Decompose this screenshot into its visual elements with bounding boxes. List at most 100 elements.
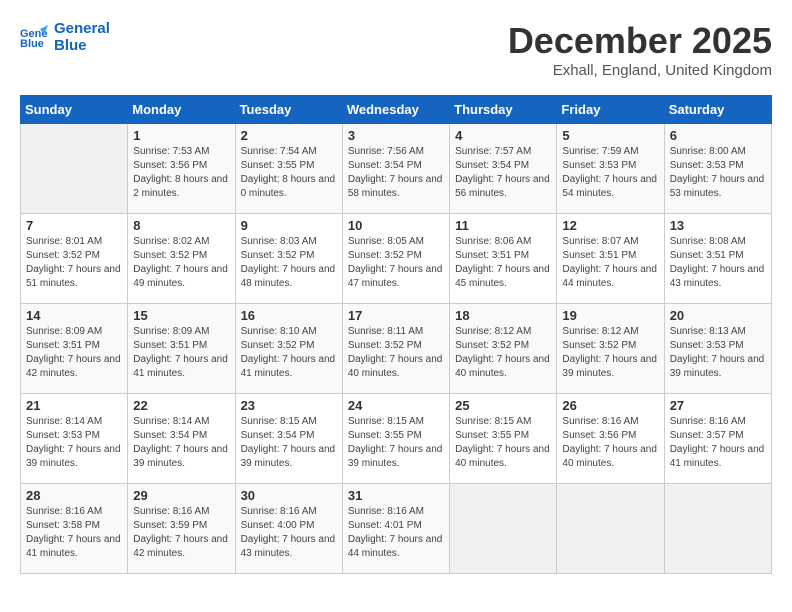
day-info: Sunrise: 7:54 AM Sunset: 3:55 PM Dayligh…: [241, 145, 337, 201]
day-number: 5: [562, 128, 658, 143]
day-info: Sunrise: 8:16 AM Sunset: 3:58 PM Dayligh…: [26, 505, 122, 561]
day-cell: 16 Sunrise: 8:10 AM Sunset: 3:52 PM Dayli…: [235, 304, 342, 394]
week-row-5: 28 Sunrise: 8:16 AM Sunset: 3:58 PM Dayli…: [21, 484, 772, 574]
day-number: 18: [455, 308, 551, 323]
month-title: December 2025: [508, 20, 772, 62]
week-row-3: 14Sunrise: 8:09 AM Sunset: 3:51 PM Dayli…: [21, 304, 772, 394]
day-info: Sunrise: 8:07 AM Sunset: 3:51 PM Dayligh…: [562, 235, 658, 291]
week-row-2: 7Sunrise: 8:01 AM Sunset: 3:52 PM Daylig…: [21, 214, 772, 304]
header: General Blue General Blue December 2025 …: [20, 20, 772, 79]
day-cell: 5Sunrise: 7:59 AM Sunset: 3:53 PM Daylig…: [557, 124, 664, 214]
day-cell: [21, 124, 128, 214]
calendar-table: SundayMondayTuesdayWednesdayThursdayFrid…: [20, 95, 772, 574]
weekday-header-thursday: Thursday: [450, 96, 557, 124]
day-info: Sunrise: 8:16 AM Sunset: 3:56 PM Dayligh…: [562, 415, 658, 471]
day-number: 13: [670, 218, 766, 233]
day-number: 11: [455, 218, 551, 233]
day-info: Sunrise: 8:03 AM Sunset: 3:52 PM Dayligh…: [241, 235, 337, 291]
day-number: 28: [26, 488, 122, 503]
weekday-header-monday: Monday: [128, 96, 235, 124]
day-number: 24: [348, 398, 444, 413]
day-cell: 11Sunrise: 8:06 AM Sunset: 3:51 PM Dayli…: [450, 214, 557, 304]
day-info: Sunrise: 8:10 AM Sunset: 3:52 PM Dayligh…: [241, 325, 337, 381]
day-cell: 28 Sunrise: 8:16 AM Sunset: 3:58 PM Dayli…: [21, 484, 128, 574]
day-number: 22: [133, 398, 229, 413]
day-number: 27: [670, 398, 766, 413]
day-info: Sunrise: 8:16 AM Sunset: 4:01 PM Dayligh…: [348, 505, 444, 561]
day-info: Sunrise: 8:15 AM Sunset: 3:54 PM Dayligh…: [241, 415, 337, 471]
logo-icon: General Blue: [20, 25, 48, 49]
day-cell: 12 Sunrise: 8:07 AM Sunset: 3:51 PM Dayli…: [557, 214, 664, 304]
subtitle: Exhall, England, United Kingdom: [508, 62, 772, 79]
day-cell: 15 Sunrise: 8:09 AM Sunset: 3:51 PM Dayli…: [128, 304, 235, 394]
day-number: 30: [241, 488, 337, 503]
day-cell: 17 Sunrise: 8:11 AM Sunset: 3:52 PM Dayli…: [342, 304, 449, 394]
day-info: Sunrise: 7:56 AM Sunset: 3:54 PM Dayligh…: [348, 145, 444, 201]
day-cell: [450, 484, 557, 574]
day-info: Sunrise: 8:11 AM Sunset: 3:52 PM Dayligh…: [348, 325, 444, 381]
day-cell: 18Sunrise: 8:12 AM Sunset: 3:52 PM Dayli…: [450, 304, 557, 394]
day-cell: 6 Sunrise: 8:00 AM Sunset: 3:53 PM Daylig…: [664, 124, 771, 214]
day-cell: 25 Sunrise: 8:15 AM Sunset: 3:55 PM Dayli…: [450, 394, 557, 484]
day-number: 3: [348, 128, 444, 143]
day-number: 20: [670, 308, 766, 323]
day-cell: 23 Sunrise: 8:15 AM Sunset: 3:54 PM Dayli…: [235, 394, 342, 484]
day-cell: 19Sunrise: 8:12 AM Sunset: 3:52 PM Dayli…: [557, 304, 664, 394]
day-cell: 10Sunrise: 8:05 AM Sunset: 3:52 PM Dayli…: [342, 214, 449, 304]
day-number: 21: [26, 398, 122, 413]
day-number: 31: [348, 488, 444, 503]
day-number: 23: [241, 398, 337, 413]
weekday-header-wednesday: Wednesday: [342, 96, 449, 124]
day-cell: 20 Sunrise: 8:13 AM Sunset: 3:53 PM Dayli…: [664, 304, 771, 394]
logo-line2: Blue: [54, 37, 110, 54]
day-number: 12: [562, 218, 658, 233]
day-info: Sunrise: 7:57 AM Sunset: 3:54 PM Dayligh…: [455, 145, 551, 201]
weekday-header-saturday: Saturday: [664, 96, 771, 124]
day-number: 25: [455, 398, 551, 413]
day-number: 8: [133, 218, 229, 233]
day-info: Sunrise: 8:16 AM Sunset: 3:59 PM Dayligh…: [133, 505, 229, 561]
logo-line1: General: [54, 20, 110, 37]
day-cell: 22 Sunrise: 8:14 AM Sunset: 3:54 PM Dayli…: [128, 394, 235, 484]
day-cell: 3 Sunrise: 7:56 AM Sunset: 3:54 PM Daylig…: [342, 124, 449, 214]
week-row-4: 21 Sunrise: 8:14 AM Sunset: 3:53 PM Dayli…: [21, 394, 772, 484]
day-info: Sunrise: 8:15 AM Sunset: 3:55 PM Dayligh…: [455, 415, 551, 471]
day-number: 16: [241, 308, 337, 323]
day-cell: [664, 484, 771, 574]
day-number: 29: [133, 488, 229, 503]
day-cell: 24 Sunrise: 8:15 AM Sunset: 3:55 PM Dayli…: [342, 394, 449, 484]
day-cell: 7Sunrise: 8:01 AM Sunset: 3:52 PM Daylig…: [21, 214, 128, 304]
day-number: 7: [26, 218, 122, 233]
day-number: 2: [241, 128, 337, 143]
day-number: 17: [348, 308, 444, 323]
day-number: 4: [455, 128, 551, 143]
day-cell: 29 Sunrise: 8:16 AM Sunset: 3:59 PM Dayli…: [128, 484, 235, 574]
day-cell: 31 Sunrise: 8:16 AM Sunset: 4:01 PM Dayli…: [342, 484, 449, 574]
day-cell: 9Sunrise: 8:03 AM Sunset: 3:52 PM Daylig…: [235, 214, 342, 304]
day-info: Sunrise: 8:08 AM Sunset: 3:51 PM Dayligh…: [670, 235, 766, 291]
day-info: Sunrise: 8:00 AM Sunset: 3:53 PM Dayligh…: [670, 145, 766, 201]
day-cell: 13 Sunrise: 8:08 AM Sunset: 3:51 PM Dayli…: [664, 214, 771, 304]
day-info: Sunrise: 8:13 AM Sunset: 3:53 PM Dayligh…: [670, 325, 766, 381]
day-cell: 30 Sunrise: 8:16 AM Sunset: 4:00 PM Dayli…: [235, 484, 342, 574]
day-info: Sunrise: 8:14 AM Sunset: 3:54 PM Dayligh…: [133, 415, 229, 471]
week-row-1: 1Sunrise: 7:53 AM Sunset: 3:56 PM Daylig…: [21, 124, 772, 214]
day-info: Sunrise: 8:15 AM Sunset: 3:55 PM Dayligh…: [348, 415, 444, 471]
day-info: Sunrise: 8:09 AM Sunset: 3:51 PM Dayligh…: [26, 325, 122, 381]
day-info: Sunrise: 8:09 AM Sunset: 3:51 PM Dayligh…: [133, 325, 229, 381]
day-number: 1: [133, 128, 229, 143]
day-number: 26: [562, 398, 658, 413]
weekday-header-friday: Friday: [557, 96, 664, 124]
day-cell: 14Sunrise: 8:09 AM Sunset: 3:51 PM Dayli…: [21, 304, 128, 394]
day-info: Sunrise: 8:16 AM Sunset: 4:00 PM Dayligh…: [241, 505, 337, 561]
svg-text:Blue: Blue: [20, 38, 44, 49]
weekday-header-tuesday: Tuesday: [235, 96, 342, 124]
day-cell: 8 Sunrise: 8:02 AM Sunset: 3:52 PM Daylig…: [128, 214, 235, 304]
day-number: 10: [348, 218, 444, 233]
day-number: 6: [670, 128, 766, 143]
day-info: Sunrise: 8:14 AM Sunset: 3:53 PM Dayligh…: [26, 415, 122, 471]
day-info: Sunrise: 8:02 AM Sunset: 3:52 PM Dayligh…: [133, 235, 229, 291]
day-number: 15: [133, 308, 229, 323]
day-cell: 2 Sunrise: 7:54 AM Sunset: 3:55 PM Daylig…: [235, 124, 342, 214]
day-cell: 4 Sunrise: 7:57 AM Sunset: 3:54 PM Daylig…: [450, 124, 557, 214]
